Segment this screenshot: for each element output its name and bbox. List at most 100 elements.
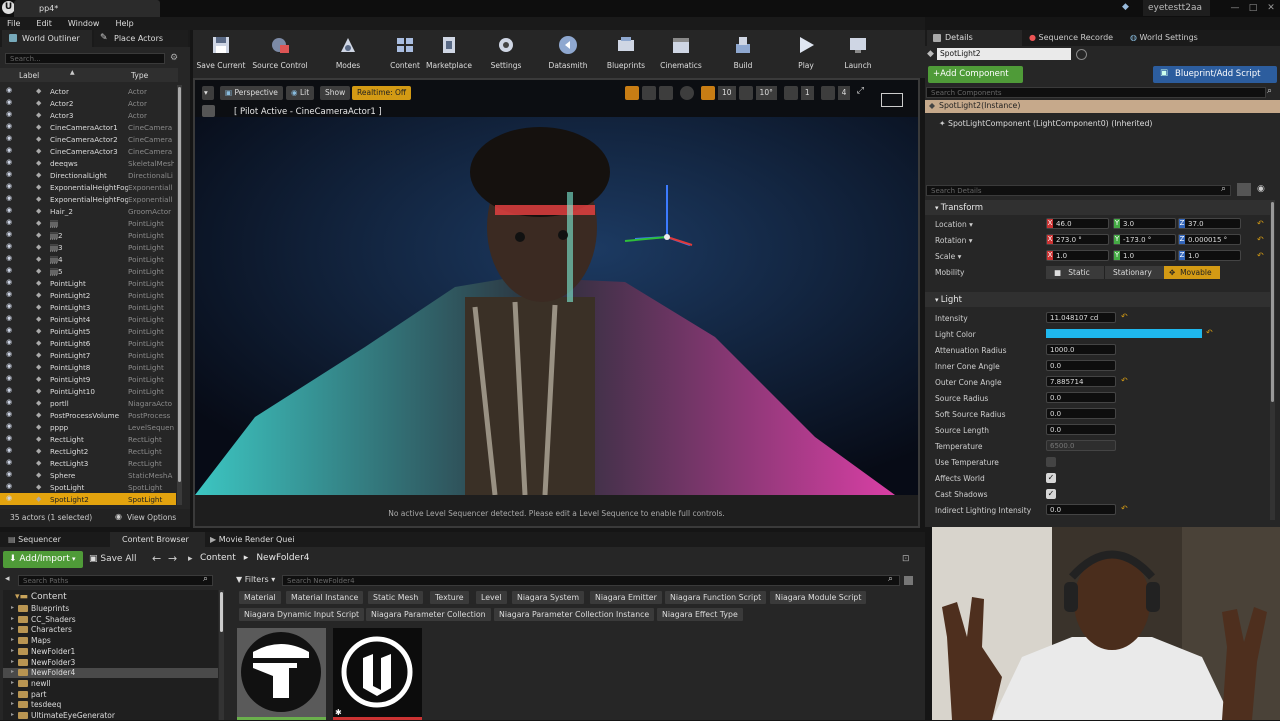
expand-arrow-icon[interactable]: ▸ xyxy=(11,700,14,707)
tab-place-actors[interactable]: ✎ Place Actors xyxy=(94,30,188,47)
expand-arrow-icon[interactable]: ▸ xyxy=(11,615,14,622)
tree-scrollbar[interactable] xyxy=(219,590,224,720)
reset-to-default-icon[interactable]: ↶ xyxy=(1121,312,1128,321)
outliner-row[interactable]: ◉ ◆ jjjj PointLight xyxy=(0,217,176,229)
visibility-eye-icon[interactable]: ◉ xyxy=(6,435,15,442)
tree-item-content[interactable]: ▾▬ Content xyxy=(15,592,67,602)
search-details-input[interactable]: Search Details xyxy=(926,185,1231,196)
rotate-tool-icon[interactable] xyxy=(642,86,656,100)
sources-toggle-icon[interactable]: ◂ xyxy=(5,574,10,584)
maximize-viewport-icon[interactable]: ⤢ xyxy=(853,86,867,100)
filter-chip[interactable]: Niagara Effect Type xyxy=(657,608,743,621)
perspective-button[interactable]: ▣ Perspective xyxy=(220,86,283,100)
rotation-snap-icon[interactable] xyxy=(738,86,753,100)
blueprints-button[interactable]: Blueprints xyxy=(605,34,647,70)
light-prop-field[interactable]: 1000.0 xyxy=(1046,344,1116,355)
reset-to-default-icon[interactable]: ↶ xyxy=(1121,504,1128,513)
lock-icon[interactable]: ⊡ xyxy=(902,554,910,564)
outliner-row[interactable]: ◉ ◆ PointLight2 PointLight xyxy=(0,289,176,301)
scale-x-field[interactable]: X 1.0 xyxy=(1046,250,1109,261)
tab-world-outliner[interactable]: World Outliner xyxy=(2,30,92,47)
location-z-field[interactable]: Z 37.0 xyxy=(1178,218,1241,229)
transform-section-header[interactable]: ▾ Transform xyxy=(925,200,1270,215)
outliner-row[interactable]: ◉ ◆ jjjj5 PointLight xyxy=(0,265,176,277)
reset-to-default-icon[interactable]: ↶ xyxy=(1257,251,1264,260)
location-label[interactable]: Location ▾ xyxy=(935,220,973,229)
outliner-scrollbar[interactable] xyxy=(177,85,182,505)
filter-chip[interactable]: Niagara Emitter xyxy=(590,591,662,604)
outliner-row[interactable]: ◉ ◆ PostProcessVolume PostProcess xyxy=(0,409,176,421)
launch-button[interactable]: Launch xyxy=(841,34,875,70)
outliner-row[interactable]: ◉ ◆ RectLight RectLight xyxy=(0,433,176,445)
back-arrow-icon[interactable]: ← xyxy=(152,552,161,565)
visibility-eye-icon[interactable]: ◉ xyxy=(6,327,15,334)
viewport-layout-icon[interactable] xyxy=(881,93,903,107)
visibility-eye-icon[interactable]: ◉ xyxy=(6,459,15,466)
outliner-row[interactable]: ◉ ◆ Actor3 Actor xyxy=(0,109,176,121)
search-folder-input[interactable]: Search NewFolder4 xyxy=(282,575,900,586)
rotation-label[interactable]: Rotation ▾ xyxy=(935,236,973,245)
lock-actor-icon[interactable] xyxy=(1076,49,1087,60)
visibility-eye-icon[interactable]: ◉ xyxy=(6,219,15,226)
filter-chip[interactable]: Static Mesh xyxy=(368,591,424,604)
visibility-eye-icon[interactable]: ◉ xyxy=(6,231,15,238)
tree-item[interactable]: ▸ NewFolder3 xyxy=(3,658,218,668)
pilot-icon[interactable] xyxy=(202,105,215,117)
filter-chip[interactable]: Level xyxy=(476,591,507,604)
visibility-eye-icon[interactable]: ◉ xyxy=(6,111,15,118)
filter-chip[interactable]: Niagara Parameter Collection Instance xyxy=(494,608,655,621)
visibility-eye-icon[interactable]: ◉ xyxy=(6,375,15,382)
minimize-icon[interactable]: — xyxy=(1226,0,1244,16)
light-prop-field[interactable]: 0.0 xyxy=(1046,408,1116,419)
scale-z-field[interactable]: Z 1.0 xyxy=(1178,250,1241,261)
forward-arrow-icon[interactable]: → xyxy=(168,552,177,565)
light-prop-field[interactable]: 0.0 xyxy=(1046,392,1116,403)
outliner-row[interactable]: ◉ ◆ DirectionalLight DirectionalLi xyxy=(0,169,176,181)
tree-item[interactable]: ▸ tesdeeq xyxy=(3,700,218,710)
visibility-eye-icon[interactable]: ◉ xyxy=(6,495,15,502)
light-prop-field[interactable]: 0.0 xyxy=(1046,424,1116,435)
outliner-row[interactable]: ◉ ◆ pppp LevelSequen xyxy=(0,421,176,433)
rotation-x-field[interactable]: X 273.0 ° xyxy=(1046,234,1109,245)
outliner-row[interactable]: ◉ ◆ CineCameraActor1 CineCamera xyxy=(0,121,176,133)
visibility-eye-icon[interactable]: ◉ xyxy=(6,447,15,454)
spotlight-component-row[interactable]: ✦ SpotLightComponent (LightComponent0) (… xyxy=(939,119,1152,128)
light-prop-field[interactable]: 11.048107 cd xyxy=(1046,312,1116,323)
location-x-field[interactable]: X 46.0 xyxy=(1046,218,1109,229)
camera-speed-value[interactable]: 4 xyxy=(837,86,851,100)
lit-button[interactable]: ◉ Lit xyxy=(286,86,315,100)
close-icon[interactable]: ✕ xyxy=(1262,0,1280,16)
tree-item[interactable]: ▸ part xyxy=(3,690,218,700)
add-component-button[interactable]: +Add Component xyxy=(928,66,1023,83)
menu-window[interactable]: Window xyxy=(68,19,100,28)
modes-button[interactable]: Modes xyxy=(331,34,365,70)
history-icon[interactable]: ▸ xyxy=(188,554,193,564)
menu-help[interactable]: Help xyxy=(115,19,133,28)
outliner-row[interactable]: ◉ ◆ ExponentialHeightFog Exponentiall xyxy=(0,193,176,205)
filter-chip[interactable]: Niagara Function Script xyxy=(665,591,767,604)
user-chip[interactable]: eyetestt2aa xyxy=(1143,0,1210,16)
camera-speed-icon[interactable] xyxy=(820,86,835,100)
outliner-row[interactable]: ◉ ◆ PointLight8 PointLight xyxy=(0,361,176,373)
light-color-swatch[interactable] xyxy=(1046,329,1202,338)
filters-button[interactable]: ▼ Filters ▾ xyxy=(236,575,275,584)
outliner-row[interactable]: ◉ ◆ SpotLight SpotLight xyxy=(0,481,176,493)
visibility-eye-icon[interactable]: ◉ xyxy=(6,183,15,190)
tree-item[interactable]: ▸ NewFolder1 xyxy=(3,647,218,657)
visibility-eye-icon[interactable]: ◉ xyxy=(6,411,15,418)
expand-arrow-icon[interactable]: ▸ xyxy=(11,711,14,718)
outliner-row[interactable]: ◉ ◆ PointLight3 PointLight xyxy=(0,301,176,313)
filter-chip[interactable]: Material xyxy=(239,591,281,604)
user-icon[interactable]: ◆ xyxy=(1122,3,1133,12)
visibility-eye-icon[interactable]: ◉ xyxy=(6,363,15,370)
asset-thumbnail-2[interactable]: ✱ xyxy=(333,628,422,720)
play-button[interactable]: Play xyxy=(789,34,823,70)
visibility-eye-icon[interactable]: ◉ xyxy=(6,135,15,142)
tree-item[interactable]: ▸ Characters xyxy=(3,625,218,635)
filter-chip[interactable]: Material Instance xyxy=(286,591,364,604)
eye-icon[interactable]: ◉ xyxy=(1257,184,1265,194)
outliner-row[interactable]: ◉ ◆ PointLight9 PointLight xyxy=(0,373,176,385)
tree-item[interactable]: ▸ NewFolder4 xyxy=(3,668,218,679)
expand-arrow-icon[interactable]: ▸ xyxy=(11,647,14,654)
expand-arrow-icon[interactable]: ▸ xyxy=(11,668,14,675)
